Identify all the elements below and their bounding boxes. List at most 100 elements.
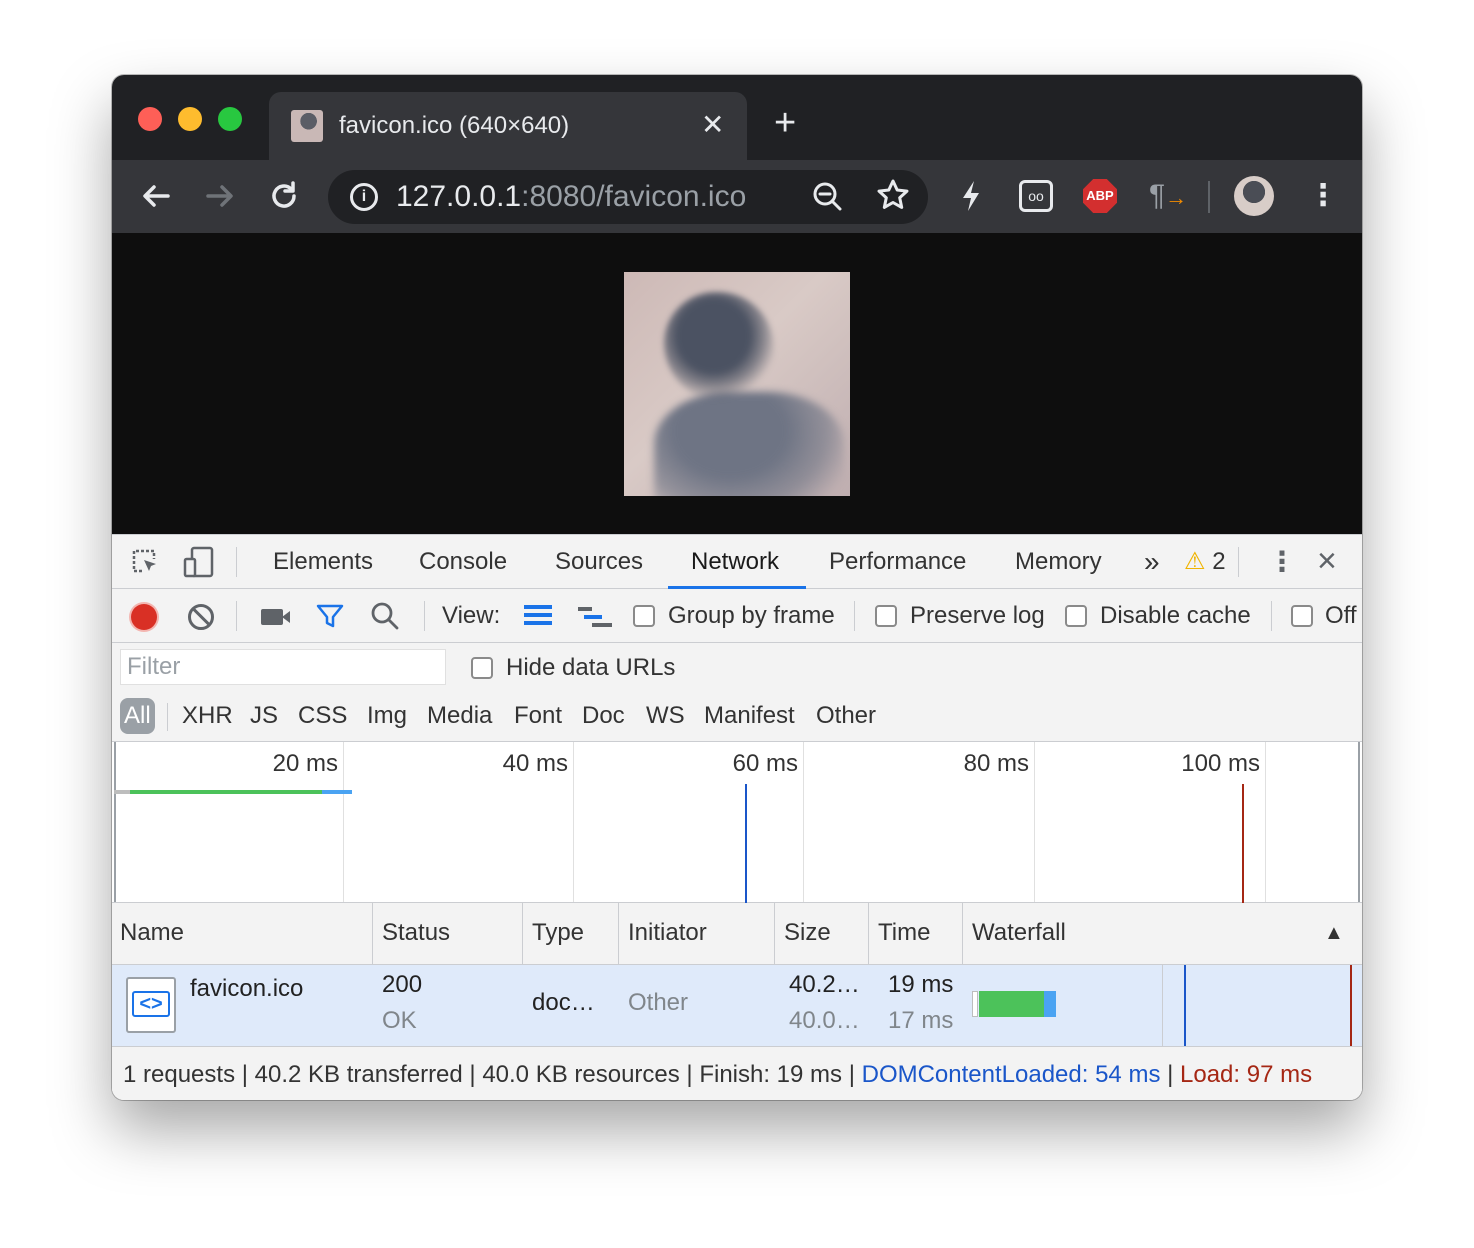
disable-cache-label: Disable cache [1100, 602, 1251, 629]
overview-left-handle [114, 742, 116, 902]
column-header-initiator[interactable]: Initiator [628, 919, 707, 947]
disable-cache-checkbox[interactable] [1065, 605, 1087, 627]
waterfall-view-icon[interactable] [578, 605, 612, 629]
type-filter-manifest[interactable]: Manifest [704, 701, 795, 731]
type-filter-css[interactable]: CSS [298, 701, 347, 731]
profile-avatar[interactable] [1234, 176, 1274, 216]
overview-tick-label: 60 ms [732, 750, 798, 777]
table-row[interactable]: <> favicon.ico 200 OK doc… Other 40.2… 4… [112, 965, 1362, 1046]
sort-ascending-icon[interactable]: ▲ [1324, 919, 1344, 947]
overview-right-handle [1358, 742, 1360, 902]
overview-gridline [1034, 742, 1035, 902]
filter-bar: Filter Hide data URLs All XHR JS CSS Img… [112, 643, 1362, 739]
tab-close-icon[interactable]: ✕ [701, 108, 724, 142]
filter-funnel-icon[interactable] [315, 601, 345, 637]
overview-gridline [803, 742, 804, 902]
type-filter-xhr[interactable]: XHR [182, 701, 233, 731]
more-tabs-button[interactable]: » [1144, 548, 1160, 576]
tab-console[interactable]: Console [419, 548, 507, 576]
url-text[interactable]: 127.0.0.1:8080/favicon.ico [396, 180, 746, 214]
device-toolbar-icon[interactable] [182, 545, 216, 584]
tab-sources[interactable]: Sources [555, 548, 643, 576]
adblock-plus-icon[interactable]: ABP [1083, 179, 1117, 213]
search-icon[interactable] [370, 600, 400, 639]
address-bar[interactable]: i 127.0.0.1:8080/favicon.ico [328, 170, 928, 224]
column-header-status[interactable]: Status [382, 919, 450, 947]
domcontentloaded-summary: DOMContentLoaded: 54 ms [861, 1061, 1161, 1088]
inspect-element-icon[interactable] [130, 547, 160, 582]
type-filter-doc[interactable]: Doc [582, 701, 625, 731]
record-button[interactable] [131, 604, 157, 630]
type-filter-media[interactable]: Media [427, 701, 492, 731]
type-filter-font[interactable]: Font [514, 701, 562, 731]
info-icon[interactable]: i [350, 183, 378, 211]
reload-button[interactable] [262, 174, 306, 218]
requests-table: Name Status Type Initiator Size Time Wat… [112, 903, 1362, 1046]
devtools-close-icon[interactable]: × [1317, 543, 1337, 579]
tab-memory[interactable]: Memory [1015, 548, 1102, 576]
zoom-out-icon[interactable] [812, 180, 844, 222]
clear-icon[interactable] [188, 604, 214, 630]
type-filter-all[interactable]: All [120, 698, 155, 734]
overview-tick-label: 80 ms [963, 750, 1029, 777]
forward-button[interactable] [198, 174, 242, 218]
screenshot-camera-icon[interactable] [261, 609, 290, 625]
arrow-left-icon [143, 185, 170, 207]
column-header-type[interactable]: Type [532, 919, 584, 947]
minimize-window-button[interactable] [178, 107, 202, 131]
waterfall-waiting-bar [979, 991, 1044, 1017]
tab-network[interactable]: Network [691, 548, 779, 576]
view-label: View: [442, 602, 501, 629]
overview-waiting-bar [130, 790, 322, 794]
hide-data-urls-checkbox[interactable] [471, 657, 493, 679]
hide-data-urls-label: Hide data URLs [506, 654, 676, 681]
request-time-latency: 17 ms [888, 1007, 954, 1034]
browser-menu-icon[interactable]: ⋮ [1308, 178, 1338, 214]
warnings-counter[interactable]: ⚠ 2 [1184, 548, 1226, 576]
overview-download-bar [322, 790, 352, 794]
group-by-frame-checkbox[interactable] [633, 605, 655, 627]
new-tab-button[interactable]: + [774, 103, 796, 143]
browser-tab[interactable]: favicon.ico (640×640) ✕ [269, 92, 747, 160]
close-window-button[interactable] [138, 107, 162, 131]
zoom-window-button[interactable] [218, 107, 242, 131]
request-type: doc… [532, 989, 595, 1016]
column-header-name[interactable]: Name [120, 919, 184, 947]
preserve-log-checkbox[interactable] [875, 605, 897, 627]
type-filter-other[interactable]: Other [816, 701, 876, 731]
summary-text: 1 requests | 40.2 KB transferred | 40.0 … [123, 1061, 1313, 1088]
filter-input[interactable]: Filter [120, 649, 446, 685]
title-bar: favicon.ico (640×640) ✕ + [112, 75, 1362, 160]
waterfall-load-line [1350, 965, 1352, 1046]
warning-icon: ⚠ [1184, 548, 1206, 575]
domcontentloaded-marker [745, 784, 747, 904]
preserve-log-label: Preserve log [910, 602, 1045, 629]
type-filter-ws[interactable]: WS [646, 701, 685, 731]
column-header-time[interactable]: Time [878, 919, 930, 947]
paragraph-direction-extension-icon[interactable]: ¶→ [1149, 178, 1187, 214]
tab-performance[interactable]: Performance [829, 548, 966, 576]
lightning-extension-icon[interactable] [957, 178, 985, 214]
tab-elements[interactable]: Elements [273, 548, 373, 576]
reader-mode-extension-icon[interactable]: oo [1019, 180, 1053, 212]
bookmark-star-icon[interactable] [876, 178, 910, 219]
overview-tick-label: 20 ms [272, 750, 338, 777]
devtools-tab-bar: Elements Console Sources Network Perform… [112, 535, 1362, 589]
toolbar-separator [424, 601, 425, 631]
overview-gridline [343, 742, 344, 902]
type-filter-img[interactable]: Img [367, 701, 407, 731]
request-initiator: Other [628, 989, 689, 1016]
devtools-menu-icon[interactable]: ⋮ [1268, 545, 1296, 579]
type-filter-js[interactable]: JS [250, 701, 278, 731]
back-button[interactable] [134, 174, 178, 218]
devtools-panel: Elements Console Sources Network Perform… [112, 534, 1362, 1100]
network-overview-timeline[interactable]: 20 ms 40 ms 60 ms 80 ms 100 ms [112, 741, 1362, 904]
toolbar-separator [1208, 181, 1210, 213]
column-header-size[interactable]: Size [784, 919, 831, 947]
waterfall-gridline [1162, 965, 1163, 1046]
column-header-waterfall[interactable]: Waterfall [972, 919, 1066, 947]
request-name[interactable]: favicon.ico [190, 975, 303, 1003]
offline-checkbox[interactable] [1291, 605, 1313, 627]
load-marker [1242, 784, 1244, 904]
large-rows-view-icon[interactable] [524, 605, 552, 627]
